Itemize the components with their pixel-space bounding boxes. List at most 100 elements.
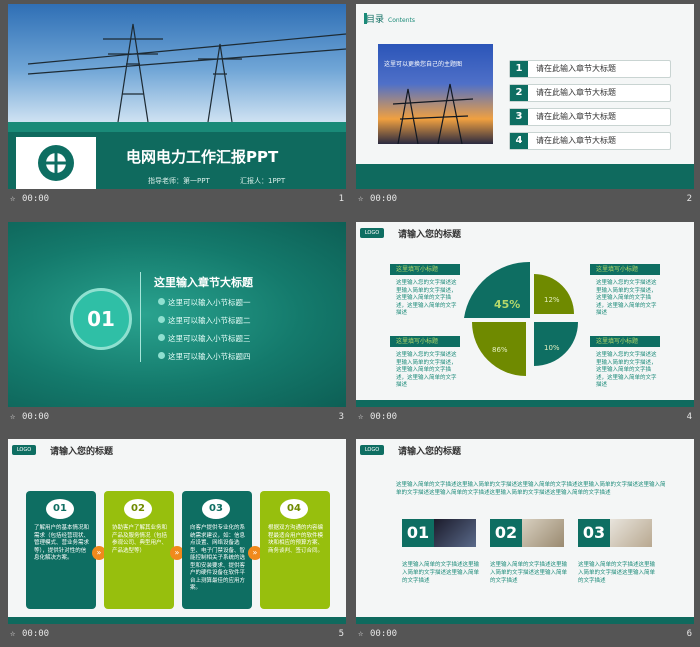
item-number-2: 02 [490, 519, 522, 547]
star-icon: ☆ [10, 629, 16, 639]
star-icon: ☆ [358, 412, 364, 422]
process-card-4: 04 根据双方沟通的内容编程最适合用户的软件模块和相应的预算方案、商务谈判、签订… [260, 491, 330, 609]
slide-6-title: 请输入您的标题 [398, 447, 462, 457]
subtitle-tag-4: 这里填写小标题 [590, 336, 660, 347]
bottom-bar [8, 617, 346, 624]
subtitle-tag-1: 这里填写小标题 [390, 264, 460, 275]
slide-4-number: 4 [686, 412, 692, 422]
slide-thumbnail-6[interactable]: LOGO 请输入您的标题 这里输入简单的文字描述这里输入简单的文字描述这里输入简… [356, 439, 694, 646]
bullet-dot-icon [158, 298, 165, 305]
item-text-2: 这里输入简单的文字描述这里输入简单的文字描述这里输入简单的文字描述 [490, 562, 568, 584]
card-number: 02 [124, 499, 152, 519]
section-number-badge: 01 [70, 288, 132, 350]
star-icon: ☆ [10, 412, 16, 422]
slide-thumbnail-2[interactable]: 目录 Contents 这里可以更换您自己的主题图 1 请在此输入章节大标题 2 … [356, 4, 694, 211]
bottom-wave [356, 164, 694, 189]
slide-4-canvas: LOGO 请输入您的标题 这里填写小标题 这里输入您的文字描述这里输入简单的文字… [356, 222, 694, 407]
item-number-3: 03 [578, 519, 610, 547]
slide-3-canvas: 01 这里输入章节大标题 这里可以输入小节标题一 这里可以输入小节标题二 这里可… [8, 222, 346, 407]
bullet-dot-icon [158, 352, 165, 359]
slide-4-time: 00:00 [370, 412, 398, 422]
slide-2-time: 00:00 [370, 194, 398, 204]
instructor-label: 指导老师：第一PPT [148, 177, 210, 185]
subsection-4: 这里可以输入小节标题四 [168, 352, 251, 361]
body-text-1: 这里输入您的文字描述这里输入简单的文字描述，这里输入简单的文字描述，这里输入简单… [396, 280, 457, 316]
accent-band [8, 122, 346, 132]
toc-label: 请在此输入章节大标题 [536, 64, 616, 73]
slide-thumbnail-3[interactable]: 01 这里输入章节大标题 这里可以输入小节标题一 这里可以输入小节标题二 这里可… [8, 222, 346, 429]
toc-item-4[interactable]: 4 请在此输入章节大标题 [509, 132, 671, 150]
section-title: 这里输入章节大标题 [154, 276, 253, 289]
pie-label-4: 10% [544, 344, 560, 352]
toc-item-2[interactable]: 2 请在此输入章节大标题 [509, 84, 671, 102]
toc-item-1[interactable]: 1 请在此输入章节大标题 [509, 60, 671, 78]
process-card-2: 02 协助客户了解其业务和产品及服务情况（包括参观公司、典型用户、产品选型等） [104, 491, 174, 609]
coffee-image [610, 519, 652, 547]
slide-3-time: 00:00 [22, 412, 50, 422]
quarter-pie-graphic: 45% 12% 86% 10% [464, 261, 578, 376]
slide-6-time: 00:00 [370, 629, 398, 639]
intro-text: 这里输入简单的文字描述这里输入简单的文字描述这里输入简单的文字描述这里输入简单的… [396, 482, 666, 496]
pie-label-2: 12% [544, 296, 560, 304]
body-text-2: 这里输入您的文字描述这里输入简单的文字描述，这里输入简单的文字描述，这里输入简单… [596, 280, 657, 316]
photo-caption: 这里可以更换您自己的主题图 [384, 61, 463, 68]
toc-label: 请在此输入章节大标题 [536, 112, 616, 121]
contents-header: 目录 Contents [366, 12, 415, 25]
slide-6-number: 6 [686, 629, 692, 639]
subtitle-tag-2: 这里填写小标题 [590, 264, 660, 275]
subsection-2: 这里可以输入小节标题二 [168, 316, 251, 325]
slide-4-title: 请输入您的标题 [398, 230, 462, 240]
power-tower-illustration [27, 23, 346, 123]
slide-3-number: 3 [338, 412, 344, 422]
figurine-image [522, 519, 564, 547]
slide-1-time: 00:00 [22, 194, 50, 204]
star-icon: ☆ [358, 629, 364, 639]
bullet-dot-icon [158, 334, 165, 341]
star-icon: ☆ [10, 194, 16, 204]
body-text-3: 这里输入您的文字描述这里输入简单的文字描述，这里输入简单的文字描述，这里输入简单… [396, 352, 457, 388]
contents-subtitle: Contents [388, 17, 416, 24]
bottom-bar [356, 617, 694, 624]
slide-2-meta: ☆ 00:00 2 [356, 194, 694, 210]
card-number: 03 [202, 499, 230, 519]
subsection-3: 这里可以输入小节标题三 [168, 334, 251, 343]
slide-3-meta: ☆ 00:00 3 [8, 412, 346, 428]
slide-2-canvas: 目录 Contents 这里可以更换您自己的主题图 1 请在此输入章节大标题 2 … [356, 4, 694, 189]
slide-4-meta: ☆ 00:00 4 [356, 412, 694, 428]
tablet-image [434, 519, 476, 547]
item-text-1: 这里输入简单的文字描述这里输入简单的文字描述这里输入简单的文字描述 [402, 562, 480, 584]
card-number: 04 [280, 499, 308, 519]
reporter-label: 汇报人：1PPT [240, 177, 286, 185]
body-text-4: 这里输入您的文字描述这里输入简单的文字描述，这里输入简单的文字描述，这里输入简单… [596, 352, 657, 388]
item-number-1: 01 [402, 519, 434, 547]
slide-6-canvas: LOGO 请输入您的标题 这里输入简单的文字描述这里输入简单的文字描述这里输入简… [356, 439, 694, 624]
toc-number: 3 [510, 109, 528, 125]
card-number: 01 [46, 499, 74, 519]
toc-number: 2 [510, 85, 528, 101]
slide-2-number: 2 [686, 194, 692, 204]
slide-thumbnail-4[interactable]: LOGO 请输入您的标题 这里填写小标题 这里输入您的文字描述这里输入简单的文字… [356, 222, 694, 429]
toc-number: 1 [510, 61, 528, 77]
slide-thumbnail-1[interactable]: 电网电力工作汇报PPT 指导老师：第一PPT 汇报人：1PPT ☆ 00:00 … [8, 4, 346, 211]
divider-line [140, 272, 141, 362]
bullet-dot-icon [158, 316, 165, 323]
slide-5-canvas: LOGO 请输入您的标题 01 了解用户的基本情况和需求（包括经营现状、管理模式… [8, 439, 346, 624]
state-grid-logo [16, 137, 96, 189]
slide-1-meta: ☆ 00:00 1 [8, 194, 346, 210]
slide-1-canvas: 电网电力工作汇报PPT 指导老师：第一PPT 汇报人：1PPT [8, 4, 346, 189]
slide-5-time: 00:00 [22, 629, 50, 639]
item-text-3: 这里输入简单的文字描述这里输入简单的文字描述这里输入简单的文字描述 [578, 562, 656, 584]
process-card-3: 03 向客户提供专业化的系统需求建议，如：信息点设置、网络设备选型、电子门禁设备… [182, 491, 252, 609]
toc-item-3[interactable]: 3 请在此输入章节大标题 [509, 108, 671, 126]
toc-label: 请在此输入章节大标题 [536, 136, 616, 145]
slide-5-meta: ☆ 00:00 5 [8, 629, 346, 645]
slide-thumbnail-5[interactable]: LOGO 请输入您的标题 01 了解用户的基本情况和需求（包括经营现状、管理模式… [8, 439, 346, 646]
card-text: 协助客户了解其业务和产品及服务情况（包括参观公司、典型用户、产品选型等） [112, 525, 168, 554]
pie-segment-2 [534, 274, 574, 314]
logo-tag: LOGO [360, 228, 384, 238]
process-card-1: 01 了解用户的基本情况和需求（包括经营现状、管理模式、营业务需求等），提供针对… [26, 491, 96, 609]
subtitle-tag-3: 这里填写小标题 [390, 336, 460, 347]
logo-tag: LOGO [360, 445, 384, 455]
pie-label-1: 45% [494, 298, 520, 311]
slide-5-number: 5 [338, 629, 344, 639]
